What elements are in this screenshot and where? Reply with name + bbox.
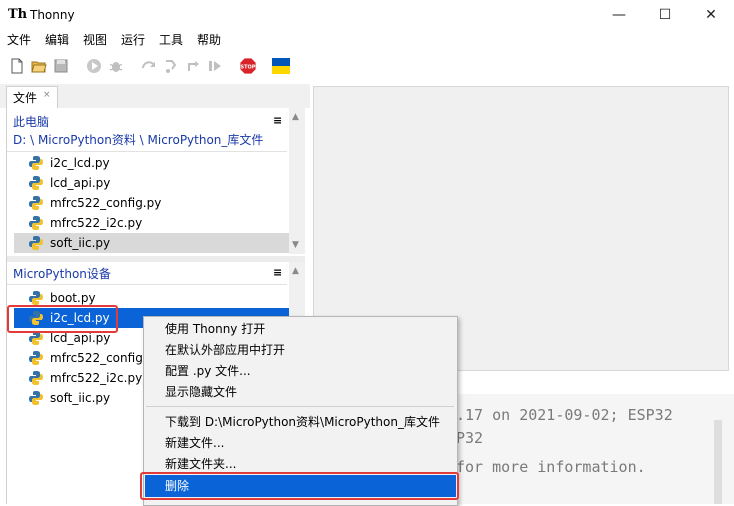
scroll-up-icon[interactable]: ▲ bbox=[292, 266, 299, 276]
tab-files-label: 文件 bbox=[13, 91, 38, 105]
python-file-icon bbox=[29, 391, 43, 405]
tab-close-icon[interactable]: × bbox=[43, 90, 51, 100]
list-item[interactable]: lcd_api.py bbox=[14, 173, 293, 193]
menu-separator bbox=[146, 406, 454, 407]
menu-item-show-hidden[interactable]: 显示隐藏文件 bbox=[165, 384, 237, 400]
menu-item-open-with-thonny[interactable]: 使用 Thonny 打开 bbox=[165, 321, 265, 337]
step-over-icon[interactable] bbox=[141, 58, 157, 74]
device-menu-icon[interactable]: ≡ bbox=[273, 266, 282, 279]
save-file-icon[interactable] bbox=[53, 58, 69, 74]
list-item-selected[interactable]: soft_iic.py bbox=[14, 233, 293, 253]
file-name: boot.py bbox=[50, 291, 96, 305]
stop-icon-label: STOP bbox=[241, 65, 256, 71]
menu-edit[interactable]: 编辑 bbox=[45, 32, 69, 48]
python-file-icon bbox=[29, 371, 43, 385]
step-out-icon[interactable] bbox=[185, 58, 201, 74]
python-file-icon bbox=[29, 196, 43, 210]
menu-item-configure-py[interactable]: 配置 .py 文件... bbox=[165, 363, 251, 379]
stop-icon[interactable]: STOP bbox=[239, 57, 257, 75]
menu-help[interactable]: 帮助 bbox=[197, 32, 221, 48]
list-item[interactable]: i2c_lcd.py bbox=[14, 153, 293, 173]
device-location-title[interactable]: MicroPython设备 bbox=[13, 266, 111, 282]
file-name: soft_iic.py bbox=[50, 236, 111, 250]
open-file-icon[interactable] bbox=[31, 58, 47, 74]
ukraine-flag-icon[interactable] bbox=[272, 58, 290, 74]
new-file-icon[interactable] bbox=[9, 58, 25, 74]
scroll-down-icon[interactable]: ▼ bbox=[292, 240, 299, 250]
close-button[interactable]: ✕ bbox=[688, 0, 734, 30]
shell-line: for more information. bbox=[456, 458, 646, 476]
shell-scrollbar[interactable] bbox=[714, 420, 722, 504]
python-file-icon bbox=[29, 351, 43, 365]
menu-view[interactable]: 视图 bbox=[83, 32, 107, 48]
menu-tools[interactable]: 工具 bbox=[159, 32, 183, 48]
minimize-button[interactable]: — bbox=[596, 0, 642, 30]
local-scrollbar[interactable]: ▲ ▼ bbox=[289, 108, 305, 254]
file-name: mfrc522_config.py bbox=[50, 196, 162, 210]
python-file-icon bbox=[29, 236, 43, 250]
resume-icon[interactable] bbox=[207, 58, 223, 74]
step-into-icon[interactable] bbox=[163, 58, 179, 74]
python-file-icon bbox=[29, 176, 43, 190]
local-location-title[interactable]: 此电脑 bbox=[13, 114, 49, 130]
local-menu-icon[interactable]: ≡ bbox=[273, 114, 282, 127]
file-name: i2c_lcd.py bbox=[50, 156, 110, 170]
menu-item-download-to[interactable]: 下载到 D:\MicroPython资料\MicroPython_库文件 bbox=[165, 414, 440, 430]
run-icon[interactable] bbox=[86, 58, 102, 74]
local-path-breadcrumb[interactable]: D: \ MicroPython资料 \ MicroPython_库文件 bbox=[13, 132, 263, 148]
menu-item-new-folder[interactable]: 新建文件夹... bbox=[165, 456, 236, 472]
shell-line: P32 bbox=[456, 429, 484, 447]
file-name: mfrc522_i2c.py bbox=[50, 216, 143, 230]
list-item[interactable]: mfrc522_config.py bbox=[14, 193, 293, 213]
menu-item-new-file[interactable]: 新建文件... bbox=[165, 435, 224, 451]
toolbar: STOP bbox=[0, 52, 734, 82]
maximize-button[interactable]: ☐ bbox=[642, 0, 688, 30]
list-item[interactable]: mfrc522_i2c.py bbox=[14, 213, 293, 233]
python-file-icon bbox=[29, 156, 43, 170]
thonny-logo-icon: Th bbox=[8, 7, 28, 22]
window-title: Thonny bbox=[30, 8, 75, 22]
python-file-icon bbox=[29, 291, 43, 305]
menu-run[interactable]: 运行 bbox=[121, 32, 145, 48]
debug-icon[interactable] bbox=[108, 58, 124, 74]
python-file-icon bbox=[29, 216, 43, 230]
highlight-selected-file bbox=[7, 305, 118, 333]
shell-line: .17 on 2021-09-02; ESP32 bbox=[456, 406, 673, 424]
file-name: soft_iic.py bbox=[50, 391, 111, 405]
menu-item-open-external[interactable]: 在默认外部应用中打开 bbox=[165, 342, 285, 358]
menu-file[interactable]: 文件 bbox=[7, 32, 31, 48]
file-name: lcd_api.py bbox=[50, 176, 111, 190]
highlight-delete-item bbox=[140, 472, 459, 500]
scroll-up-icon[interactable]: ▲ bbox=[292, 112, 299, 122]
file-name: mfrc522_i2c.py bbox=[50, 371, 143, 385]
menu-bar: 文件 编辑 视图 运行 工具 帮助 bbox=[0, 30, 734, 50]
